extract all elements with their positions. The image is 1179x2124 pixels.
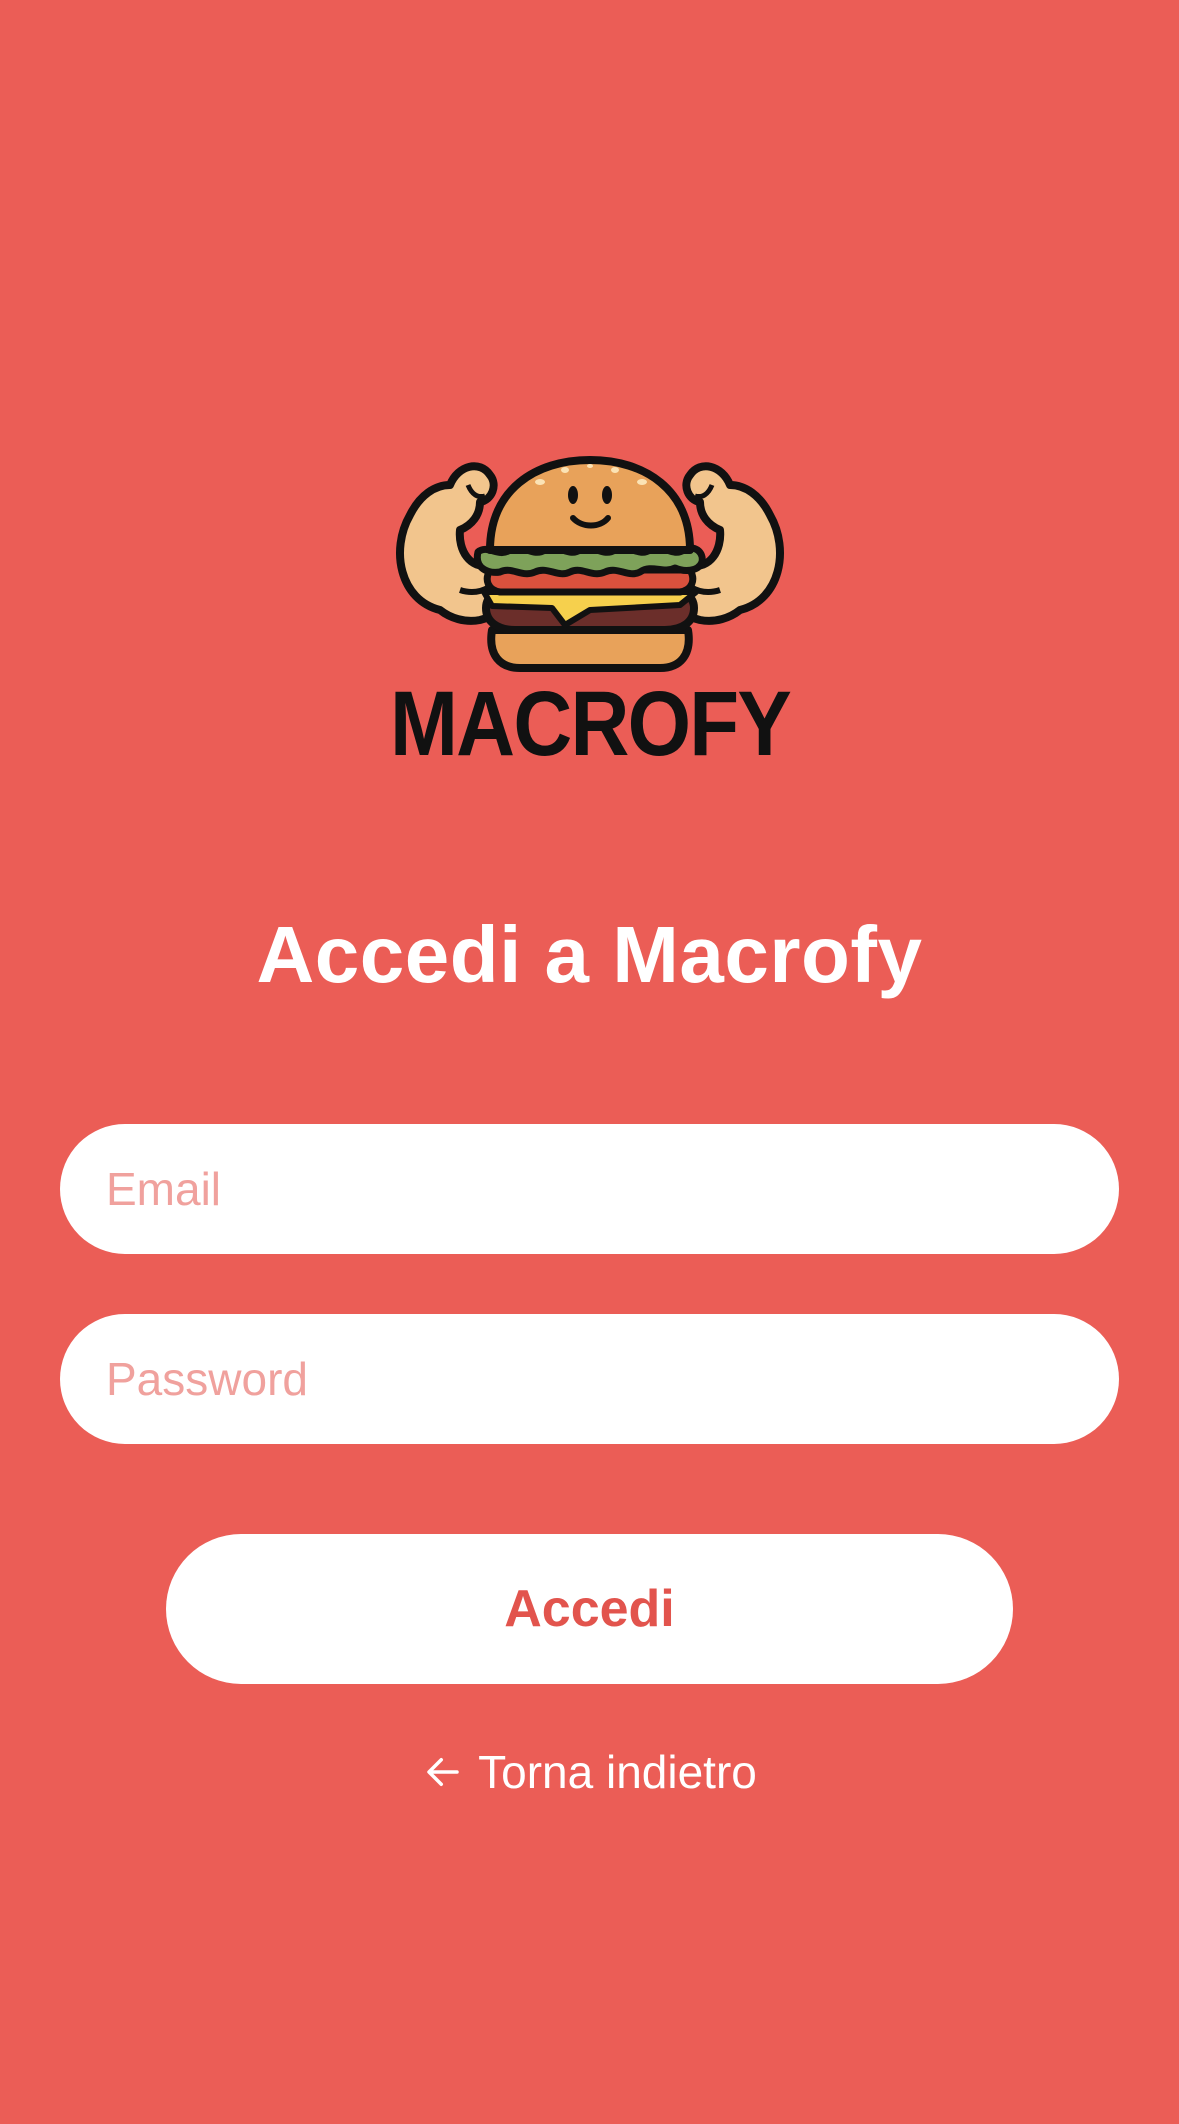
burger-top-bun — [486, 456, 694, 554]
email-input[interactable] — [60, 1124, 1119, 1254]
burger-bottom-bun — [487, 626, 693, 672]
page-title: Accedi a Macrofy — [256, 910, 923, 999]
arrow-left-icon — [422, 1751, 464, 1793]
email-field[interactable] — [60, 1124, 1119, 1254]
back-link[interactable]: Torna indietro — [0, 1742, 1179, 1802]
password-input[interactable] — [60, 1314, 1119, 1444]
logo-wordmark: MACROFY — [390, 673, 791, 770]
back-link-label: Torna indietro — [478, 1746, 757, 1798]
password-field[interactable] — [60, 1314, 1119, 1444]
app-logo: MACROFY — [380, 440, 800, 770]
login-button[interactable]: Accedi — [166, 1534, 1013, 1684]
